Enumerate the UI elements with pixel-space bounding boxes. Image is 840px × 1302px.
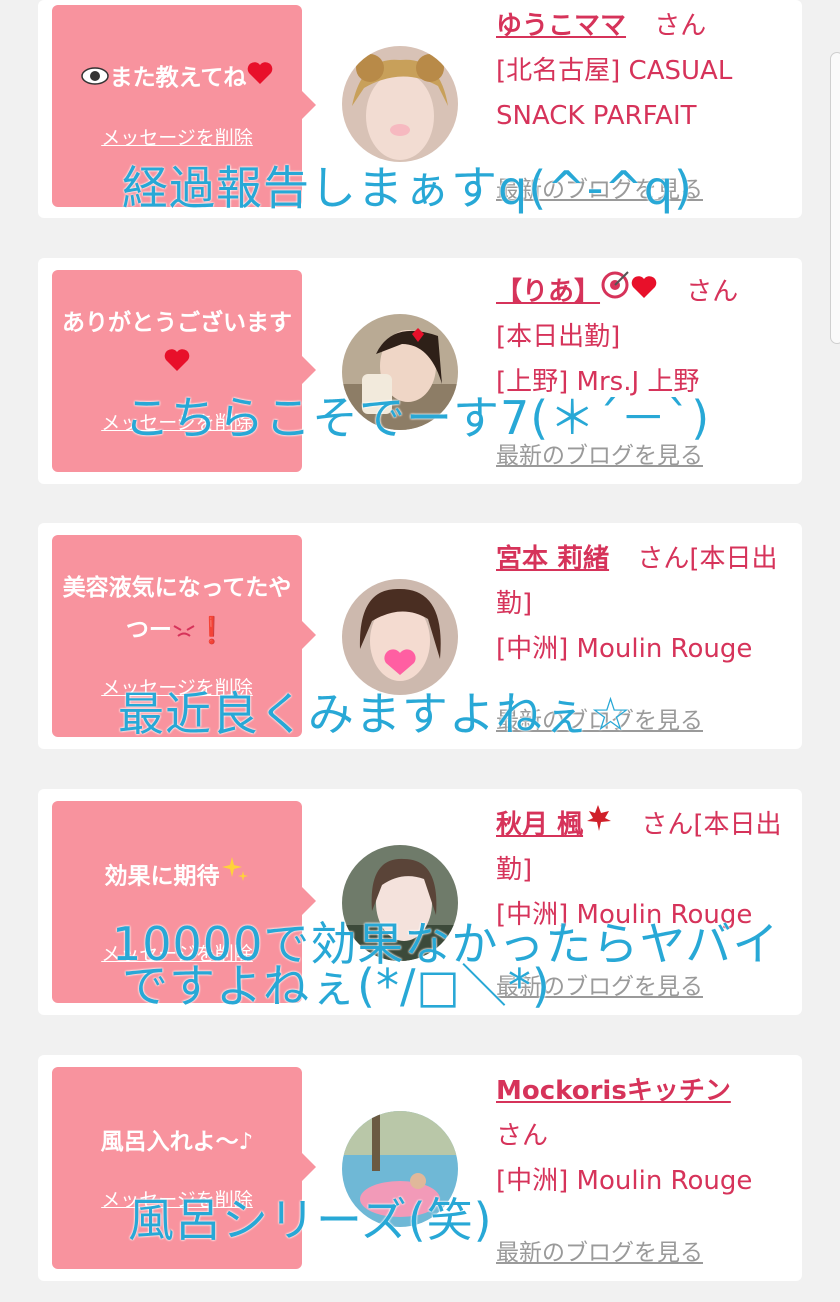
scrollbar[interactable]: [830, 52, 840, 344]
host-name: 【りあ】: [496, 277, 601, 307]
maple-leaf-icon: [583, 803, 613, 848]
message-text-row: 効果に期待: [62, 855, 292, 899]
heart-icon: [246, 58, 274, 100]
exclamation-icon: ❗: [195, 615, 229, 646]
host-info: 【りあ】 さん [本日出勤] [上野] Mrs.J 上野: [496, 270, 796, 405]
host-detail: [北名古屋] CASUAL SNACK PARFAIT: [496, 56, 733, 131]
sparkles-icon: [220, 855, 250, 899]
message-text: 効果に期待: [104, 863, 220, 890]
avatar[interactable]: [342, 46, 458, 162]
heart-icon: [163, 345, 191, 387]
caption-overlay: 経過報告しまぁすq(^-^q): [122, 161, 693, 215]
host-name: 秋月 楓: [496, 810, 584, 840]
avatar[interactable]: [342, 579, 458, 695]
host-name-link[interactable]: 宮本 莉緒: [496, 544, 609, 574]
message-text-row: ありがとうございます: [62, 302, 292, 387]
latest-blog-link[interactable]: 最新のブログを見る: [496, 1233, 703, 1267]
caption-overlay: 最近良くみますよねぇ☆: [118, 687, 633, 741]
host-honorific: さん: [496, 1121, 549, 1151]
message-card: ありがとうございます メッセージを削除 【りあ】 さん [本日出勤] [上野] …: [38, 258, 802, 484]
message-text: また教えてね: [109, 65, 247, 91]
message-text-row: 美容液気になってたやつー ❗: [62, 567, 292, 652]
host-name-link[interactable]: 秋月 楓: [496, 805, 613, 840]
caption-overlay: こちらこそでーす7(＊´－`): [124, 391, 711, 445]
message-text: 風呂入れよ～♪: [100, 1129, 254, 1155]
message-text-row: また教えてね: [62, 57, 292, 100]
message-text: ありがとうございます: [62, 310, 292, 336]
eye-icon: [80, 58, 110, 100]
caption-overlay: ですよねぇ(*/□＼*): [122, 959, 551, 1013]
host-info: ゆうこママ さん [北名古屋] CASUAL SNACK PARFAIT: [496, 4, 796, 139]
host-detail: [中洲] Moulin Rouge: [496, 634, 753, 664]
host-honorific: さん: [686, 277, 739, 307]
frown-icon: [172, 610, 196, 652]
target-icon: [600, 270, 630, 315]
delete-message-link[interactable]: メッセージを削除: [52, 123, 302, 150]
host-status: [本日出勤]: [496, 322, 621, 352]
host-honorific: さん: [654, 11, 707, 41]
heart-icon: [630, 270, 658, 315]
host-detail: [中洲] Moulin Rouge: [496, 1166, 753, 1196]
host-name-link[interactable]: Mockorisキッチン: [496, 1076, 731, 1106]
host-name-link[interactable]: 【りあ】: [496, 271, 658, 307]
host-name-link[interactable]: ゆうこママ: [496, 11, 626, 41]
host-info: 宮本 莉緒 さん[本日出勤] [中洲] Moulin Rouge: [496, 537, 796, 672]
host-info: Mockorisキッチン さん [中洲] Moulin Rouge: [496, 1069, 796, 1204]
message-card: 風呂入れよ～♪ メッセージを削除 Mockorisキッチン さん [中洲] Mo…: [38, 1055, 802, 1281]
caption-overlay: 風呂シリーズ(笑): [128, 1193, 493, 1247]
